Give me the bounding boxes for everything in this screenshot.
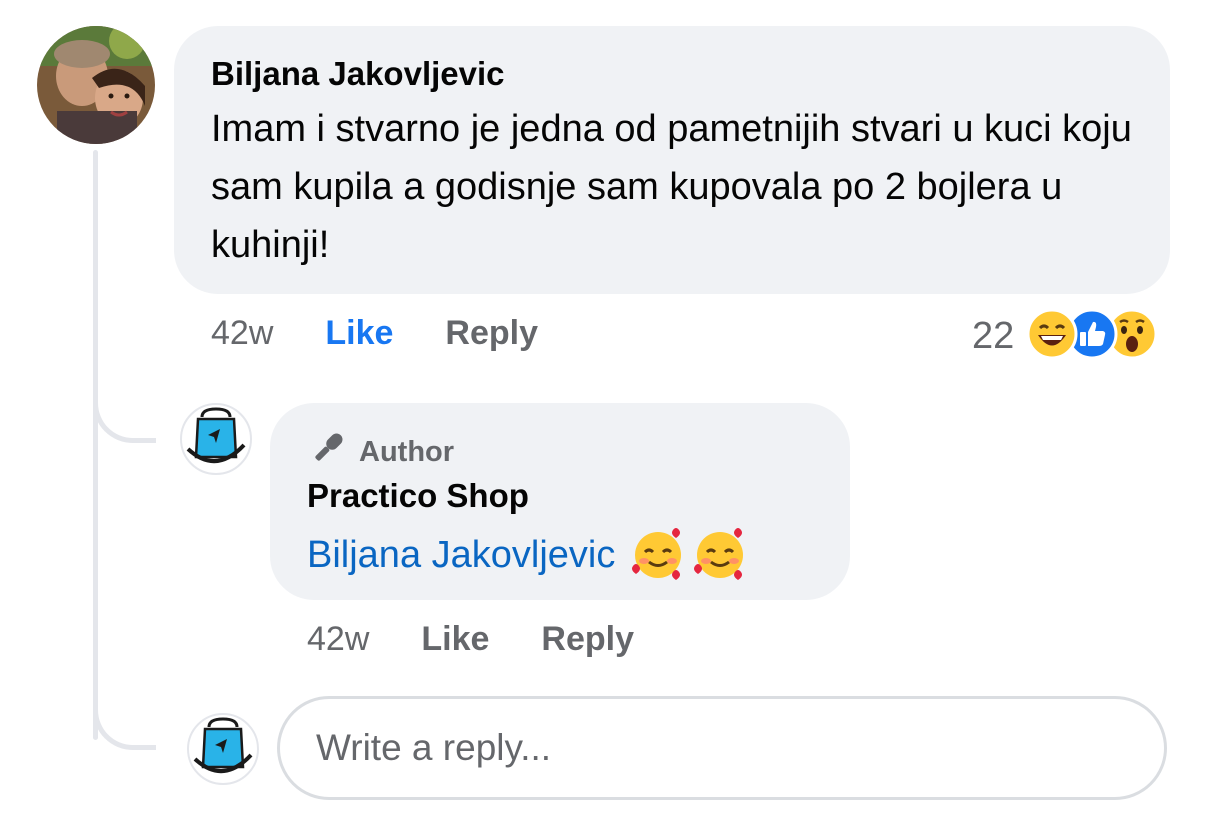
author-badge-label: Author (359, 435, 455, 468)
laughing-face-icon (1026, 308, 1078, 365)
reply-reply-button[interactable]: Reply (541, 620, 634, 659)
reply-actions: 42w Like Reply (307, 620, 634, 659)
reply-like-button[interactable]: Like (421, 620, 489, 659)
smiling-face-with-hearts-icon (629, 524, 687, 587)
author-badge: Author (307, 428, 454, 476)
thread-connector-reply (93, 398, 156, 443)
comment-timestamp[interactable]: 42w (211, 314, 273, 353)
reaction-count: 22 (972, 315, 1015, 357)
reactions-summary[interactable]: 22 (972, 308, 1158, 365)
smiling-face-with-hearts-icon (691, 524, 749, 587)
microphone-icon (307, 428, 349, 476)
mention-link[interactable]: Biljana Jakovljevic (307, 534, 615, 577)
comment-text: Imam i stvarno je jedna od pametnijih st… (211, 108, 1132, 266)
comment-author-name[interactable]: Biljana Jakovljevic (211, 55, 505, 93)
avatar[interactable] (37, 26, 155, 144)
composer-avatar (187, 713, 259, 785)
thread-connector-composer (93, 705, 156, 750)
like-button[interactable]: Like (325, 314, 393, 353)
reply-author-name[interactable]: Practico Shop (307, 477, 529, 515)
shop-avatar[interactable] (180, 403, 252, 475)
reply-button[interactable]: Reply (445, 314, 538, 353)
comment-actions: 42w Like Reply (211, 314, 538, 353)
reply-text: Biljana Jakovljevic (307, 524, 749, 587)
reply-input-placeholder: Write a reply... (316, 727, 552, 768)
reply-input[interactable]: Write a reply... (277, 696, 1167, 800)
thread-line (93, 150, 98, 740)
reply-timestamp[interactable]: 42w (307, 620, 369, 659)
